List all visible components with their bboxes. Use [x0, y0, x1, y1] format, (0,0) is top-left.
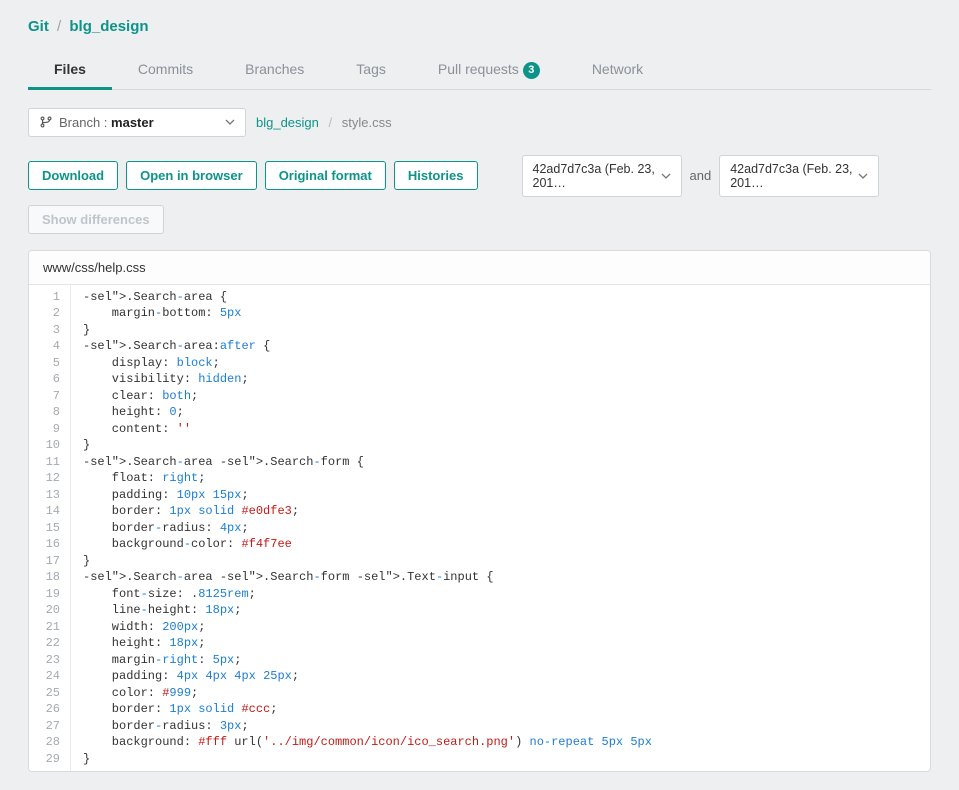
- code-line: float: right;: [83, 470, 930, 487]
- code-line: content: '': [83, 421, 930, 438]
- code-line: visibility: hidden;: [83, 371, 930, 388]
- compare-to-label: 42ad7d7c3a (Feb. 23, 201…: [730, 162, 858, 190]
- line-number: 17: [29, 553, 70, 570]
- line-number: 6: [29, 371, 70, 388]
- file-path: blg_design / style.css: [256, 115, 392, 130]
- repo-tabs: FilesCommitsBranchesTagsPull requests3Ne…: [28, 51, 931, 90]
- code-line: }: [83, 553, 930, 570]
- line-number: 13: [29, 487, 70, 504]
- path-file: style.css: [342, 115, 392, 130]
- line-number: 20: [29, 602, 70, 619]
- code-line: display: block;: [83, 355, 930, 372]
- line-number: 4: [29, 338, 70, 355]
- line-number: 26: [29, 701, 70, 718]
- line-number: 14: [29, 503, 70, 520]
- open-in-browser-button[interactable]: Open in browser: [126, 161, 257, 190]
- line-number: 8: [29, 404, 70, 421]
- compare-from-selector[interactable]: 42ad7d7c3a (Feb. 23, 201…: [522, 155, 682, 197]
- line-number: 19: [29, 586, 70, 603]
- line-number: 3: [29, 322, 70, 339]
- code-line: -sel">.Search-area {: [83, 289, 930, 306]
- tab-badge: 3: [523, 62, 540, 79]
- code-line: margin-bottom: 5px: [83, 305, 930, 322]
- code-line: -sel">.Search-area -sel">.Search-form -s…: [83, 569, 930, 586]
- path-dir[interactable]: blg_design: [256, 115, 319, 130]
- code-line: height: 0;: [83, 404, 930, 421]
- breadcrumb-root[interactable]: Git: [28, 18, 49, 35]
- code-line: font-size: .8125rem;: [83, 586, 930, 603]
- line-number: 21: [29, 619, 70, 636]
- code-line: height: 18px;: [83, 635, 930, 652]
- branch-label: Branch : master: [59, 115, 154, 130]
- tab-tags[interactable]: Tags: [330, 51, 412, 89]
- line-number: 1: [29, 289, 70, 306]
- tab-pull-requests[interactable]: Pull requests3: [412, 51, 566, 89]
- line-number: 7: [29, 388, 70, 405]
- tab-branches[interactable]: Branches: [219, 51, 330, 89]
- code-line: line-height: 18px;: [83, 602, 930, 619]
- code-line: background: #fff url('../img/common/icon…: [83, 734, 930, 751]
- tab-network[interactable]: Network: [566, 51, 669, 89]
- line-number: 22: [29, 635, 70, 652]
- chevron-down-icon: [225, 117, 235, 127]
- line-number: 15: [29, 520, 70, 537]
- path-sep: /: [329, 115, 333, 130]
- line-number: 24: [29, 668, 70, 685]
- line-number: 29: [29, 751, 70, 768]
- chevron-down-icon: [858, 171, 868, 181]
- code-line: padding: 10px 15px;: [83, 487, 930, 504]
- breadcrumb-repo[interactable]: blg_design: [69, 18, 148, 35]
- line-number: 12: [29, 470, 70, 487]
- code-line: }: [83, 322, 930, 339]
- line-gutter: 1234567891011121314151617181920212223242…: [29, 285, 71, 772]
- line-number: 2: [29, 305, 70, 322]
- code-line: border: 1px solid #ccc;: [83, 701, 930, 718]
- code-line: padding: 4px 4px 4px 25px;: [83, 668, 930, 685]
- line-number: 18: [29, 569, 70, 586]
- code-line: border-radius: 4px;: [83, 520, 930, 537]
- line-number: 11: [29, 454, 70, 471]
- code-content: -sel">.Search-area { margin-bottom: 5px}…: [71, 285, 930, 772]
- code-line: background-color: #f4f7ee: [83, 536, 930, 553]
- tab-files[interactable]: Files: [28, 51, 112, 89]
- code-line: -sel">.Search-area:after {: [83, 338, 930, 355]
- repo-breadcrumb: Git / blg_design: [28, 18, 931, 35]
- chevron-down-icon: [661, 171, 671, 181]
- code-line: clear: both;: [83, 388, 930, 405]
- line-number: 28: [29, 734, 70, 751]
- line-number: 5: [29, 355, 70, 372]
- line-number: 9: [29, 421, 70, 438]
- code-line: }: [83, 751, 930, 768]
- code-line: margin-right: 5px;: [83, 652, 930, 669]
- compare-to-selector[interactable]: 42ad7d7c3a (Feb. 23, 201…: [719, 155, 879, 197]
- code-line: -sel">.Search-area -sel">.Search-form {: [83, 454, 930, 471]
- line-number: 27: [29, 718, 70, 735]
- code-line: border-radius: 3px;: [83, 718, 930, 735]
- line-number: 23: [29, 652, 70, 669]
- show-differences-button[interactable]: Show differences: [28, 205, 164, 234]
- branch-selector[interactable]: Branch : master: [28, 108, 246, 137]
- compare-and-label: and: [690, 168, 712, 183]
- compare-from-label: 42ad7d7c3a (Feb. 23, 201…: [533, 162, 661, 190]
- code-line: }: [83, 437, 930, 454]
- original-format-button[interactable]: Original format: [265, 161, 386, 190]
- download-button[interactable]: Download: [28, 161, 118, 190]
- code-line: border: 1px solid #e0dfe3;: [83, 503, 930, 520]
- code-line: width: 200px;: [83, 619, 930, 636]
- file-panel: www/css/help.css 12345678910111213141516…: [28, 250, 931, 773]
- line-number: 16: [29, 536, 70, 553]
- code-line: color: #999;: [83, 685, 930, 702]
- branch-icon: [39, 115, 53, 129]
- line-number: 25: [29, 685, 70, 702]
- breadcrumb-sep: /: [57, 18, 61, 35]
- file-header: www/css/help.css: [29, 251, 930, 285]
- tab-commits[interactable]: Commits: [112, 51, 219, 89]
- line-number: 10: [29, 437, 70, 454]
- code-body: 1234567891011121314151617181920212223242…: [29, 285, 930, 772]
- histories-button[interactable]: Histories: [394, 161, 478, 190]
